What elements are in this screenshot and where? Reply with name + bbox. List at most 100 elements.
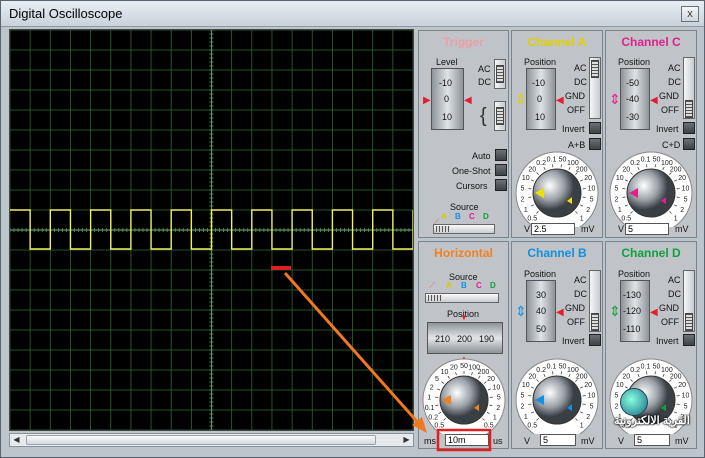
dial-tick-label: 0.2 bbox=[630, 367, 640, 374]
dial-tick-label: 0.2 bbox=[428, 414, 438, 421]
channel-b-mode-gnd: GND bbox=[565, 303, 585, 313]
level-label: Level bbox=[436, 57, 458, 67]
horizontal-value-field[interactable]: 10m bbox=[445, 434, 489, 446]
channel-d-scale-bottom: -110 bbox=[623, 324, 641, 334]
channel-d-mode-ac: AC bbox=[668, 275, 681, 285]
dial-tick-label: 2 bbox=[586, 207, 590, 214]
horizontal-unit-ms: ms bbox=[424, 436, 436, 446]
channel-b-unit-v: V bbox=[524, 436, 531, 446]
channel-c-position-drum[interactable]: -50 -40 -30 bbox=[620, 68, 650, 130]
drum-value-right: 190 bbox=[479, 334, 495, 344]
channel-c-combine-button[interactable] bbox=[683, 138, 695, 150]
channel-a-unit-v: V bbox=[524, 224, 531, 234]
channel-a-value-field[interactable]: 2.5 bbox=[531, 223, 575, 235]
channel-d-value-field[interactable]: 5 bbox=[634, 434, 670, 446]
trigger-source-a: A bbox=[441, 212, 447, 221]
level-scale-mid: 0 bbox=[444, 94, 450, 104]
dial-tick-label: 5 bbox=[497, 395, 501, 402]
dial-tick-label: 50 bbox=[653, 363, 661, 370]
dial-tick-label: 0.1 bbox=[547, 156, 557, 163]
dial-tick-label: 10 bbox=[588, 186, 596, 193]
channel-c-volts-dial[interactable]: 0.5 1 2 5 10 20 0.2 0.1 50 100 200 20 10 5 2 1 bbox=[607, 151, 695, 227]
dial-tick-label: 0.1 bbox=[547, 363, 557, 370]
channel-b-scale-top: 30 bbox=[536, 290, 547, 300]
channel-a-scale-mid: 0 bbox=[537, 94, 543, 104]
auto-label: Auto bbox=[472, 151, 491, 161]
title-bar[interactable]: Digital Oscilloscope x bbox=[1, 1, 704, 27]
channel-c-scale-top: -50 bbox=[626, 78, 640, 88]
channel-b-mode-ac: AC bbox=[574, 275, 587, 285]
level-scale-bottom: 10 bbox=[442, 112, 453, 122]
trigger-source-b: B bbox=[455, 212, 461, 221]
dial-tick-label: 20 bbox=[584, 175, 592, 182]
channel-a-mode-switch[interactable] bbox=[589, 57, 601, 119]
channel-b-panel: Channel B Position 30 40 50 ⇕ ◀ AC DC GN… bbox=[511, 241, 603, 449]
channel-a-updown-icon: ⇕ bbox=[515, 91, 527, 107]
dial-tick-label: 5 bbox=[684, 196, 688, 203]
channel-b-mode-switch[interactable] bbox=[589, 270, 601, 332]
channel-b-position-drum[interactable]: 30 40 50 bbox=[526, 280, 556, 342]
channel-b-value-field[interactable]: 5 bbox=[540, 434, 576, 446]
scope-graph bbox=[10, 30, 413, 430]
channel-c-scale-mid: -40 bbox=[626, 94, 640, 104]
channel-b-volts-dial[interactable]: 0.5 1 2 5 10 20 0.2 0.1 50 100 200 20 10 5 2 1 bbox=[513, 358, 601, 434]
dial-tick-label: 2 bbox=[680, 207, 684, 214]
horizontal-title: Horizontal bbox=[434, 246, 493, 260]
one-shot-button[interactable] bbox=[495, 164, 507, 176]
channel-b-position-label: Position bbox=[524, 269, 557, 279]
channel-d-invert-button[interactable] bbox=[683, 334, 695, 346]
horizontal-scrollbar[interactable]: ◀ ▶ bbox=[9, 433, 414, 447]
horizontal-unit-us: us bbox=[493, 436, 503, 446]
channel-a-position-drum[interactable]: -10 0 10 bbox=[526, 68, 556, 130]
cursors-button[interactable] bbox=[495, 179, 507, 191]
level-drum[interactable]: -10 0 10 bbox=[431, 68, 464, 130]
dial-tick-label: 1 bbox=[427, 395, 431, 402]
dial-tick-label: 200 bbox=[576, 373, 588, 380]
channel-d-panel: Channel D Position -130 -120 -110 ⇕ ◀ AC… bbox=[605, 241, 697, 449]
channel-c-mode-off: OFF bbox=[661, 105, 679, 115]
scroll-thumb[interactable] bbox=[26, 435, 376, 445]
channel-a-combine-button[interactable] bbox=[589, 138, 601, 150]
horizontal-timebase-dial[interactable]: 0.5 0.2 0.1 1 2 5 10 20 50 100 200 20 10 5 2 1 0.5 bbox=[420, 358, 508, 434]
channel-c-mode-gnd: GND bbox=[659, 91, 679, 101]
dial-face: 0.512510200.2 0.1 50 1002002010521 bbox=[515, 151, 599, 227]
auto-button[interactable] bbox=[495, 149, 507, 161]
trigger-edge-switch[interactable] bbox=[494, 101, 506, 131]
channel-c-mode-switch[interactable] bbox=[683, 57, 695, 119]
dial-tick-label: 0.5 bbox=[434, 423, 444, 430]
channel-c-marker-icon: ◀ bbox=[650, 95, 658, 106]
channel-a-invert-button[interactable] bbox=[589, 122, 601, 134]
trigger-dc-label: DC bbox=[478, 77, 491, 87]
trigger-panel: Trigger Level -10 0 10 ▶ ◀ AC DC { Auto … bbox=[418, 30, 509, 238]
dial-tick-label: 10 bbox=[682, 186, 690, 193]
channel-c-invert-button[interactable] bbox=[683, 122, 695, 134]
channel-a-volts-dial[interactable]: 0.5 1 2 5 10 20 0.2 0.1 50 100 200 20 10 5 2 1 bbox=[513, 151, 601, 227]
dial-tick-label: 1 bbox=[674, 216, 678, 223]
watermark-globe-icon bbox=[620, 388, 648, 416]
trigger-source-slider[interactable] bbox=[433, 224, 495, 234]
scroll-left-icon[interactable]: ◀ bbox=[10, 434, 23, 446]
dial-tick-label: 1 bbox=[618, 207, 622, 214]
horizontal-source-a: A bbox=[446, 281, 452, 290]
scroll-right-icon[interactable]: ▶ bbox=[400, 434, 413, 446]
channel-b-invert-button[interactable] bbox=[589, 334, 601, 346]
dial-tick-label: 200 bbox=[670, 373, 682, 380]
dial-tick-label: 20 bbox=[528, 166, 536, 173]
horizontal-source-b: B bbox=[461, 281, 467, 290]
horizontal-source-slider[interactable] bbox=[425, 293, 499, 303]
dial-tick-label: 5 bbox=[590, 196, 594, 203]
channel-c-combine-label: C+D bbox=[662, 140, 681, 150]
channel-c-value-field[interactable]: 5 bbox=[625, 223, 669, 235]
horizontal-position-drum[interactable]: 210 200 190 bbox=[427, 322, 503, 354]
channel-a-mode-ac: AC bbox=[574, 63, 587, 73]
trigger-coupling-switch[interactable] bbox=[494, 59, 506, 89]
channel-b-unit-mv: mV bbox=[581, 436, 595, 446]
close-button[interactable]: x bbox=[681, 6, 699, 22]
channel-d-position-drum[interactable]: -130 -120 -110 bbox=[620, 280, 650, 342]
dial-tick-label: 2 bbox=[586, 414, 590, 421]
channel-b-scale-mid: 40 bbox=[536, 306, 547, 316]
channel-b-marker-icon: ◀ bbox=[556, 307, 564, 318]
channel-d-mode-switch[interactable] bbox=[683, 270, 695, 332]
channel-b-mode-off: OFF bbox=[567, 317, 585, 327]
dial-tick-label: 5 bbox=[590, 403, 594, 410]
